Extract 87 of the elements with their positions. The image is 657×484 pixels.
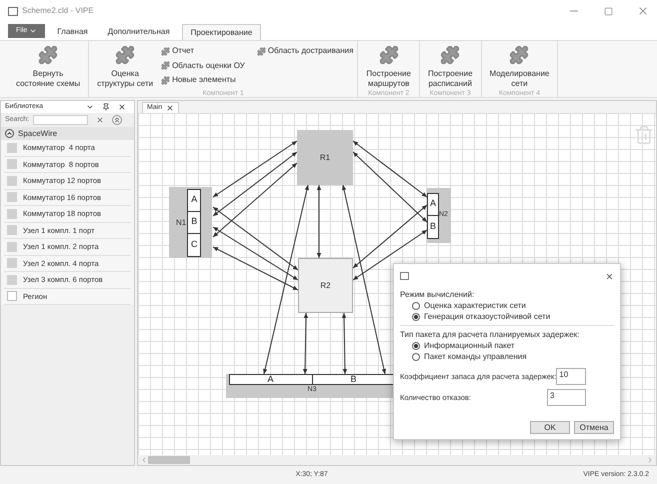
region-swatch-icon bbox=[7, 291, 17, 302]
ribbon-small-button[interactable]: Новые элементы bbox=[161, 74, 245, 86]
component-swatch-icon bbox=[7, 225, 17, 236]
dropdown-icon[interactable] bbox=[86, 103, 94, 111]
pin-icon[interactable] bbox=[102, 103, 110, 111]
puzzle-icon bbox=[161, 76, 170, 85]
connector-arrow[interactable] bbox=[302, 312, 308, 374]
connector-arrow[interactable] bbox=[212, 226, 298, 280]
port-label: B bbox=[428, 220, 437, 233]
connector-arrow[interactable] bbox=[316, 184, 322, 258]
connector-arrow[interactable] bbox=[212, 152, 298, 216]
radio-label: Пакет команды управления bbox=[424, 350, 527, 362]
ribbon-small-button[interactable]: Отчет bbox=[161, 45, 245, 57]
close-icon[interactable] bbox=[118, 103, 126, 111]
puzzle-icon bbox=[161, 61, 170, 70]
puzzle-icon bbox=[509, 45, 530, 65]
puzzle-icon bbox=[115, 45, 136, 65]
ribbon-button[interactable]: Построение расписаний bbox=[424, 41, 477, 89]
router-node[interactable]: R1 bbox=[297, 130, 353, 185]
input-field[interactable]: 3 bbox=[547, 389, 586, 406]
radio-button[interactable] bbox=[412, 302, 420, 310]
input-field[interactable]: 10 bbox=[556, 368, 586, 385]
port-label: B bbox=[188, 212, 200, 234]
node-label: N1 bbox=[176, 216, 186, 228]
section-label: Тип пакета для расчета планируемых задержек: bbox=[400, 329, 580, 340]
radio-label: Информационный пакет bbox=[424, 340, 515, 352]
connector-arrow[interactable] bbox=[352, 204, 428, 268]
component-swatch-icon bbox=[7, 176, 17, 186]
group-header[interactable]: SpaceWire bbox=[1, 127, 134, 140]
connector-arrow[interactable] bbox=[212, 140, 298, 198]
component-swatch-icon bbox=[7, 159, 17, 170]
collapse-icon[interactable] bbox=[112, 115, 122, 125]
horizontal-scrollbar[interactable] bbox=[138, 455, 656, 465]
ribbon-button[interactable]: Построение маршрутов bbox=[362, 41, 415, 89]
connector-arrow[interactable] bbox=[212, 246, 298, 290]
dialog-button[interactable]: OK bbox=[530, 421, 570, 434]
ribbon-button[interactable]: Моделирование сети bbox=[486, 41, 554, 89]
component-swatch-icon bbox=[7, 208, 17, 219]
puzzle-icon bbox=[440, 45, 460, 65]
radio-button[interactable] bbox=[412, 312, 420, 320]
ribbon-tab[interactable]: Главная bbox=[49, 24, 96, 40]
port-label: B bbox=[349, 375, 358, 384]
connector-arrow[interactable] bbox=[342, 312, 348, 374]
dialog-button[interactable]: Отмена bbox=[574, 421, 614, 434]
close-icon[interactable] bbox=[166, 104, 174, 112]
component-swatch-icon bbox=[7, 258, 17, 268]
maximize-icon[interactable] bbox=[604, 6, 613, 16]
port-label: A bbox=[230, 375, 312, 384]
ribbon-small-button[interactable]: Область достраивания bbox=[256, 45, 354, 57]
connector-arrow[interactable] bbox=[352, 230, 428, 280]
radio-label: Оценка характеристик сети bbox=[424, 300, 526, 312]
port-label: A bbox=[188, 190, 200, 212]
close-icon[interactable] bbox=[605, 272, 614, 280]
dialog-icon bbox=[400, 272, 409, 280]
section-label: Режим вычислений: bbox=[400, 289, 476, 300]
ribbon-button[interactable]: Вернуть состояние схемы bbox=[12, 41, 84, 89]
scrollbar-thumb[interactable] bbox=[148, 456, 190, 464]
ribbon-small-button[interactable]: Область оценки ОУ bbox=[161, 60, 245, 72]
group-title: SpaceWire bbox=[18, 128, 58, 140]
component-swatch-icon bbox=[7, 242, 17, 252]
caret-icon bbox=[29, 27, 38, 35]
connector-arrow[interactable] bbox=[212, 206, 298, 270]
window-title: Scheme2.cld - VIPE bbox=[22, 5, 94, 17]
connector-arrow[interactable] bbox=[352, 140, 428, 198]
puzzle-icon bbox=[38, 45, 58, 65]
puzzle-icon bbox=[256, 46, 266, 56]
app-icon bbox=[8, 6, 18, 16]
diagram-canvas[interactable] bbox=[138, 113, 656, 455]
puzzle-icon bbox=[161, 46, 170, 56]
connector-arrow[interactable] bbox=[212, 162, 298, 238]
ribbon-button[interactable]: Оценка структуры сети bbox=[93, 41, 158, 89]
puzzle-icon bbox=[378, 45, 399, 65]
port-label: A bbox=[428, 194, 438, 216]
component-swatch-icon bbox=[7, 142, 17, 153]
search-field[interactable] bbox=[33, 115, 88, 125]
component-swatch-icon bbox=[7, 274, 17, 285]
network-node[interactable]: N1 A B C bbox=[169, 187, 212, 258]
clear-icon[interactable] bbox=[96, 116, 104, 124]
ribbon-tab[interactable]: Проектирование bbox=[182, 24, 262, 40]
ribbon-tab[interactable]: Дополнительная bbox=[100, 24, 178, 40]
component-swatch-icon bbox=[7, 192, 17, 202]
connector-arrow[interactable] bbox=[352, 152, 428, 222]
router-node[interactable]: R2 bbox=[298, 258, 353, 313]
radio-button[interactable] bbox=[412, 342, 420, 350]
port-label: C bbox=[190, 238, 198, 251]
radio-label: Генерация отказоустойчивой сети bbox=[424, 310, 550, 322]
radio-button[interactable] bbox=[412, 352, 420, 360]
